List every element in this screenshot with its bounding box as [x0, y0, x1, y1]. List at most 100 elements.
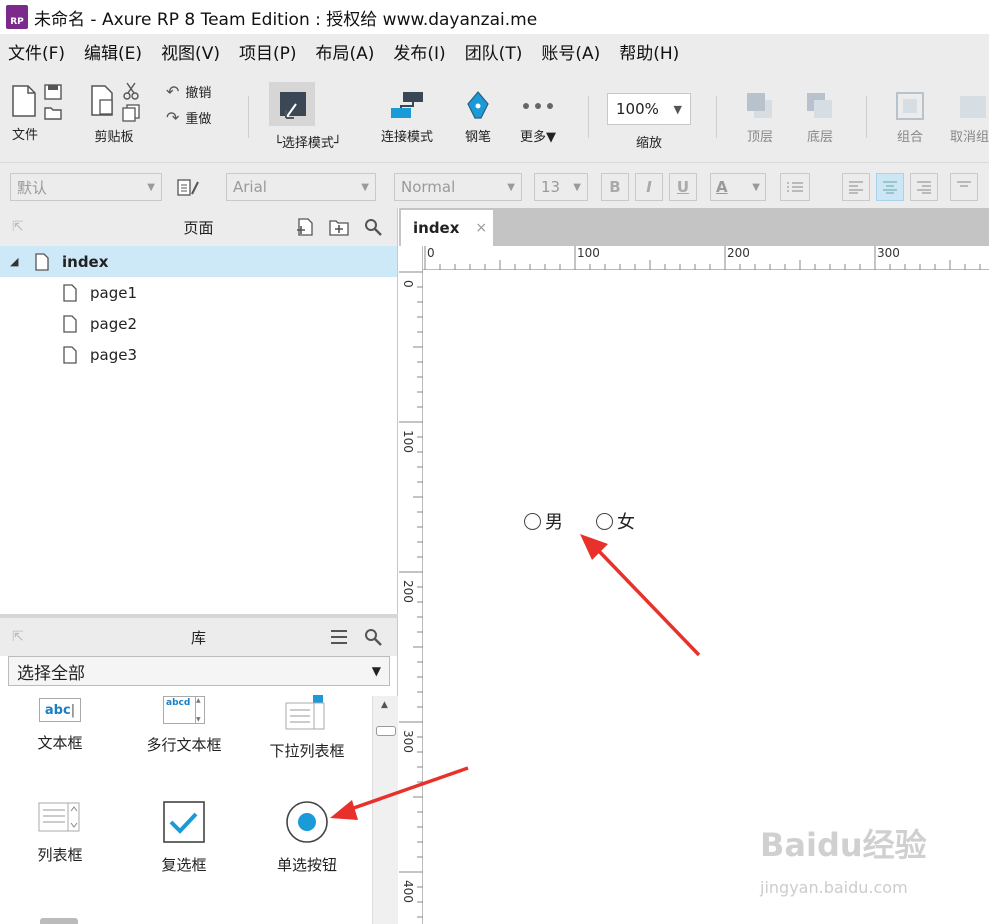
select-mode-icon	[280, 92, 306, 119]
align-right-button[interactable]	[910, 173, 938, 201]
collapse-panel-icon[interactable]: ⇱	[12, 629, 24, 645]
ruler-label: 400	[401, 880, 415, 903]
style-select[interactable]: 默认 ▼	[10, 173, 162, 201]
add-folder-icon[interactable]	[329, 217, 349, 237]
menu-file[interactable]: 文件(F)	[8, 39, 65, 64]
widget-label: 单选按钮	[276, 856, 337, 874]
dropdown-list-icon	[285, 695, 325, 730]
align-center-icon	[883, 181, 897, 194]
bring-to-front-button[interactable]: 顶层	[744, 90, 776, 145]
open-folder-icon[interactable]	[44, 104, 62, 120]
font-size-value: 13	[541, 178, 561, 196]
page-tree-item-index[interactable]: ◢ index	[0, 246, 397, 277]
radio-option-female[interactable]: 女	[596, 508, 635, 534]
select-mode-button[interactable]	[272, 90, 312, 122]
widget-listbox[interactable]: 列表框	[0, 802, 120, 865]
italic-button[interactable]: I	[635, 173, 663, 201]
widget-textarea[interactable]: abcd ▲ ▼ 多行文本框	[124, 696, 244, 755]
close-icon[interactable]: ×	[475, 220, 487, 236]
save-icon[interactable]	[44, 84, 62, 100]
bullet-list-button[interactable]	[780, 173, 810, 201]
group-icon	[896, 92, 924, 120]
add-page-icon[interactable]	[295, 217, 315, 237]
menu-view[interactable]: 视图(V)	[161, 39, 220, 64]
redo-icon: ↷	[166, 108, 180, 127]
search-icon[interactable]	[363, 627, 383, 647]
bold-button[interactable]: B	[601, 173, 629, 201]
font-color-select[interactable]: A ▼	[710, 173, 766, 201]
connect-mode-label: 连接模式	[381, 130, 434, 145]
redo-button[interactable]: ↷ 重做	[166, 108, 211, 127]
file-button[interactable]: 文件	[10, 84, 62, 143]
file-label: 文件	[12, 128, 39, 143]
format-painter-icon[interactable]	[176, 178, 200, 198]
menu-team[interactable]: 团队(T)	[465, 39, 523, 64]
page-icon	[63, 314, 77, 333]
main-toolbar: 文件 剪贴板 ↶ 撤销 ↷ 重做 └选择模式┘ 连接模式 钢笔 更多▼ 100%…	[0, 68, 989, 162]
library-menu-icon[interactable]	[329, 627, 349, 647]
menu-edit[interactable]: 编辑(E)	[84, 39, 142, 64]
page-tree-item-page1[interactable]: page1	[0, 277, 397, 308]
align-top-button[interactable]	[950, 173, 978, 201]
new-file-icon	[12, 85, 36, 117]
library-panel-title: 库	[190, 628, 206, 647]
radio-circle-icon[interactable]	[524, 512, 541, 530]
font-select[interactable]: Arial ▼	[226, 173, 376, 201]
menu-project[interactable]: 项目(P)	[239, 39, 297, 64]
pen-button[interactable]: 钢笔	[463, 90, 493, 145]
radio-option-male[interactable]: 男	[524, 508, 563, 534]
group-button[interactable]: 组合	[894, 90, 926, 145]
widget-dropdown[interactable]: 下拉列表框	[247, 694, 367, 761]
scrollbar-thumb[interactable]	[376, 726, 396, 736]
style-value: 默认	[17, 178, 48, 197]
tab-index[interactable]: index ×	[401, 210, 493, 246]
font-weight-select[interactable]: Normal ▼	[394, 173, 522, 201]
underline-button[interactable]: U	[669, 173, 697, 201]
chevron-down-icon: ▼	[507, 181, 515, 193]
send-to-back-button[interactable]: 底层	[804, 90, 836, 145]
ungroup-button[interactable]: 取消组	[950, 90, 989, 145]
vertical-ruler[interactable]: 0 100 200 300 400	[399, 246, 423, 924]
collapse-panel-icon[interactable]: ⇱	[12, 219, 24, 235]
align-center-button[interactable]	[876, 173, 904, 201]
checkbox-icon	[163, 801, 205, 843]
widget-radio-button[interactable]: 单选按钮	[247, 800, 367, 875]
copy-icon[interactable]	[122, 104, 140, 122]
menu-account[interactable]: 账号(A)	[541, 39, 600, 64]
library-filter-select[interactable]: 选择全部 ▼	[8, 656, 390, 686]
zoom-select[interactable]: 100% ▼	[607, 93, 691, 125]
widget-label: 文本框	[37, 734, 83, 752]
align-left-icon	[849, 181, 863, 194]
widget-checkbox[interactable]: 复选框	[124, 800, 244, 875]
undo-button[interactable]: ↶ 撤销	[166, 82, 211, 101]
page-tree-label: page2	[90, 314, 138, 333]
widget-text-field[interactable]: abc | 文本框	[0, 698, 120, 753]
toolbar-separator	[866, 96, 867, 138]
menu-help[interactable]: 帮助(H)	[619, 39, 679, 64]
horizontal-ruler[interactable]: 0 100 200 300	[423, 246, 989, 270]
menu-publish[interactable]: 发布(I)	[393, 39, 445, 64]
menu-arrange[interactable]: 布局(A)	[316, 39, 375, 64]
page-icon	[63, 283, 77, 302]
title-bar: RP 未命名 - Axure RP 8 Team Edition : 授权给 w…	[0, 0, 989, 34]
radio-circle-icon[interactable]	[596, 512, 613, 530]
widget-label: 列表框	[37, 846, 83, 864]
library-scrollbar[interactable]: ▲	[372, 696, 398, 924]
paste-icon[interactable]	[88, 82, 116, 118]
cut-icon[interactable]	[122, 82, 140, 100]
search-icon[interactable]	[363, 217, 383, 237]
collapse-toggle-icon[interactable]: ◢	[10, 255, 24, 268]
axure-logo-icon: RP	[6, 5, 28, 29]
connect-mode-button[interactable]: 连接模式	[381, 90, 433, 145]
top-layer-label: 顶层	[746, 130, 773, 145]
page-tree-item-page2[interactable]: page2	[0, 308, 397, 339]
font-size-select[interactable]: 13 ▼	[534, 173, 588, 201]
more-button[interactable]: 更多▼	[520, 90, 556, 145]
ruler-label: 100	[577, 246, 600, 260]
align-left-button[interactable]	[842, 173, 870, 201]
scroll-up-icon[interactable]: ▲	[381, 700, 388, 710]
page-tree-item-page3[interactable]: page3	[0, 339, 397, 370]
pen-label: 钢笔	[464, 130, 491, 145]
ungroup-icon	[959, 96, 986, 118]
text-field-icon: abc |	[39, 698, 81, 722]
